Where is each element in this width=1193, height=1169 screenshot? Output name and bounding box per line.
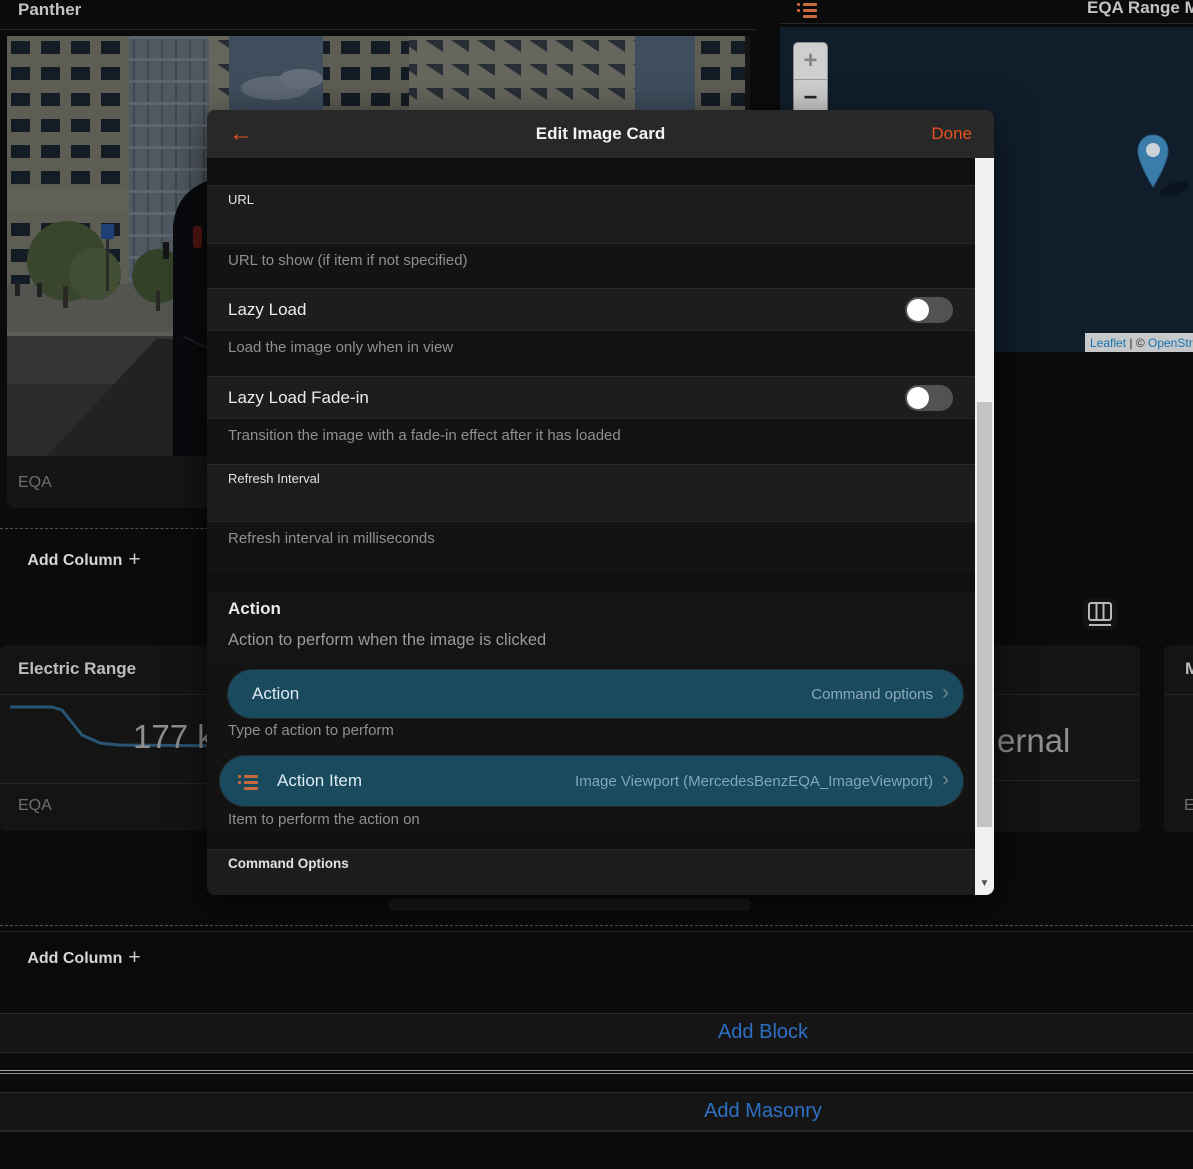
modal-scrollbar[interactable]: ▼: [975, 158, 994, 895]
map-zoom-control: + −: [793, 42, 828, 117]
lazy-load-row: Lazy Load: [207, 288, 975, 330]
chevron-right-icon: ›: [942, 768, 949, 792]
action-row-zone: Action Command options › Type of action …: [207, 660, 975, 745]
fade-in-help-row: Transition the image with a fade-in effe…: [207, 418, 975, 464]
action-row-label: Action: [252, 684, 299, 704]
add-block-button[interactable]: Add Block: [0, 1021, 1193, 1044]
page-title: Panther: [18, 0, 81, 20]
map-marker-icon[interactable]: [1136, 133, 1193, 203]
scrollbar-thumb[interactable]: [977, 402, 992, 827]
column-drop-separator: [0, 925, 1193, 926]
scroll-down-icon: ▼: [980, 878, 990, 889]
refresh-interval-input[interactable]: [228, 491, 928, 515]
section-separator: [0, 1073, 1193, 1074]
done-button[interactable]: Done: [931, 110, 972, 158]
electric-range-footer: EQA: [18, 797, 52, 815]
refresh-interval-row: Refresh Interval: [207, 464, 975, 521]
edge-card[interactable]: M E: [1164, 645, 1193, 832]
action-item-label: Action Item: [277, 771, 362, 791]
electric-range-title: Electric Range: [18, 659, 136, 679]
refresh-help-row: Refresh interval in milliseconds: [207, 521, 975, 572]
divider: [780, 23, 1193, 24]
chevron-right-icon: ›: [942, 681, 949, 705]
add-column-button[interactable]: Add Column+: [16, 543, 152, 578]
action-row-value: Command options: [811, 686, 933, 703]
columns-layout-button[interactable]: [1083, 598, 1117, 630]
list-icon: [238, 774, 258, 788]
hidden-card-edge: [388, 898, 751, 911]
osm-link[interactable]: OpenStreetMap: [1148, 336, 1193, 350]
leaflet-link[interactable]: Leaflet: [1090, 336, 1126, 350]
fade-in-toggle[interactable]: [905, 385, 953, 411]
image-card-footer: EQA: [18, 474, 52, 492]
scrollbar-down-button[interactable]: ▼: [975, 871, 994, 895]
lazy-load-help-row: Load the image only when in view: [207, 330, 975, 376]
partial-card-value: ernal: [997, 722, 1070, 760]
add-column-button[interactable]: Add Column+: [16, 941, 152, 976]
action-select-row[interactable]: Action Command options ›: [228, 670, 963, 718]
lazy-load-toggle[interactable]: [905, 297, 953, 323]
refresh-interval-label: Refresh Interval: [228, 471, 320, 486]
edge-card-title: M: [1185, 659, 1193, 679]
edit-image-card-modal: Edit Image Card ← Done URL URL to show (…: [207, 110, 994, 895]
list-icon[interactable]: [797, 3, 817, 22]
map-attribution: Leaflet | © OpenStreetMap: [1085, 333, 1193, 352]
action-section: Action Action to perform when the image …: [207, 591, 975, 660]
divider: [0, 29, 756, 30]
fade-in-row: Lazy Load Fade-in: [207, 376, 975, 418]
plus-icon: +: [128, 946, 140, 970]
command-options-section: Command Options: [207, 849, 975, 895]
plus-icon: +: [128, 548, 140, 572]
section-separator: [0, 1070, 1193, 1071]
action-item-value: Image Viewport (MercedesBenzEQA_ImageVie…: [575, 773, 933, 790]
url-label: URL: [228, 192, 254, 207]
fade-in-label: Lazy Load Fade-in: [228, 377, 369, 419]
action-heading: Action: [228, 599, 281, 619]
lazy-load-label: Lazy Load: [228, 289, 306, 331]
modal-title: Edit Image Card: [207, 124, 994, 144]
action-item-row[interactable]: Action Item Image Viewport (MercedesBenz…: [220, 756, 963, 806]
map-card-title: EQA Range Map: [1087, 0, 1193, 18]
command-options-label: Command Options: [228, 856, 349, 871]
edge-card-footer: E: [1184, 797, 1193, 815]
url-field-row: URL: [207, 185, 975, 243]
url-input[interactable]: [228, 212, 928, 236]
zoom-in-button[interactable]: +: [794, 43, 827, 80]
modal-header: Edit Image Card ← Done: [207, 110, 994, 158]
back-arrow-icon: ←: [229, 120, 253, 148]
back-button[interactable]: ←: [229, 110, 253, 158]
columns-icon: [1087, 601, 1113, 627]
action-description: Action to perform when the image is clic…: [228, 631, 546, 650]
url-help-row: URL to show (if item if not specified): [207, 243, 975, 288]
add-masonry-button[interactable]: Add Masonry: [0, 1100, 1193, 1123]
action-item-zone: Action Item Image Viewport (MercedesBenz…: [207, 745, 975, 832]
